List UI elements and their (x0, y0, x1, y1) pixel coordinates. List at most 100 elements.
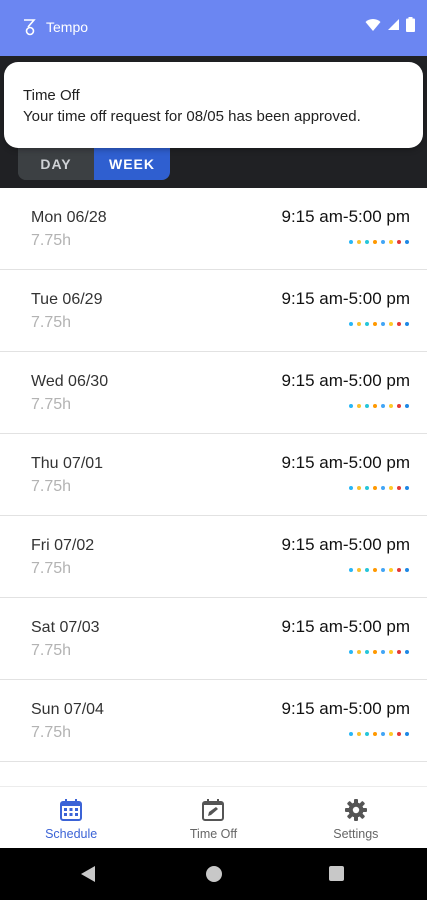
schedule-row[interactable]: Fri 07/02 7.75h 9:15 am-5:00 pm (0, 516, 427, 598)
nav-schedule-label: Schedule (45, 827, 98, 841)
color-dot (389, 568, 393, 572)
color-dot (357, 732, 361, 736)
wifi-icon (365, 18, 381, 31)
color-dot (397, 240, 401, 244)
gear-icon (344, 799, 367, 821)
color-dot (357, 240, 361, 244)
shift-time: 9:15 am-5:00 pm (281, 535, 410, 554)
system-navigation-bar (0, 848, 427, 900)
schedule-row[interactable]: Tue 06/29 7.75h 9:15 am-5:00 pm (0, 270, 427, 352)
color-dot (389, 486, 393, 490)
status-bar: Tempo (0, 0, 427, 56)
color-dot (373, 322, 377, 326)
shift-hours: 7.75h (31, 232, 72, 249)
color-dot (373, 240, 377, 244)
shift-color-dots (349, 322, 409, 326)
shift-color-dots (349, 650, 409, 654)
color-dot (349, 486, 353, 490)
color-dot (405, 732, 409, 736)
color-dot (389, 650, 393, 654)
battery-icon (406, 17, 415, 32)
system-status-icons (365, 17, 415, 32)
color-dot (365, 404, 369, 408)
notification-title: Time Off (23, 87, 80, 104)
color-dot (365, 732, 369, 736)
shift-date: Mon 06/28 (31, 209, 107, 226)
color-dot (373, 404, 377, 408)
shift-date: Sun 07/04 (31, 701, 104, 718)
schedule-row[interactable]: Wed 06/30 7.75h 9:15 am-5:00 pm (0, 352, 427, 434)
color-dot (349, 650, 353, 654)
nav-settings-label: Settings (333, 827, 379, 841)
color-dot (405, 240, 409, 244)
status-app-name: Tempo (46, 19, 89, 35)
color-dot (357, 404, 361, 408)
color-dot (373, 568, 377, 572)
color-dot (397, 322, 401, 326)
bottom-navigation: Schedule Time Off Settings (0, 786, 427, 848)
calendar-icon (60, 799, 83, 821)
color-dot (381, 732, 385, 736)
color-dot (365, 568, 369, 572)
color-dot (405, 322, 409, 326)
color-dot (349, 322, 353, 326)
color-dot (397, 486, 401, 490)
shift-hours: 7.75h (31, 642, 72, 659)
color-dot (381, 322, 385, 326)
color-dot (349, 240, 353, 244)
color-dot (389, 732, 393, 736)
week-toggle-button[interactable]: WEEK (94, 144, 170, 180)
notification-banner[interactable]: Time Off Your time off request for 08/05… (4, 62, 423, 148)
shift-time: 9:15 am-5:00 pm (281, 617, 410, 636)
color-dot (357, 486, 361, 490)
shift-date: Tue 06/29 (31, 291, 103, 308)
schedule-row[interactable]: Mon 06/28 7.75h 9:15 am-5:00 pm (0, 188, 427, 270)
color-dot (365, 322, 369, 326)
edit-calendar-icon (202, 799, 225, 821)
nav-schedule[interactable]: Schedule (0, 787, 142, 848)
shift-color-dots (349, 240, 409, 244)
day-toggle-button[interactable]: DAY (18, 144, 94, 180)
color-dot (405, 404, 409, 408)
color-dot (357, 322, 361, 326)
shift-color-dots (349, 404, 409, 408)
color-dot (349, 404, 353, 408)
color-dot (389, 404, 393, 408)
notification-body: Your time off request for 08/05 has been… (23, 108, 361, 125)
color-dot (381, 240, 385, 244)
nav-time-off-label: Time Off (189, 827, 238, 841)
schedule-row[interactable]: Thu 07/01 7.75h 9:15 am-5:00 pm (0, 434, 427, 516)
shift-time: 9:15 am-5:00 pm (281, 453, 410, 472)
color-dot (381, 650, 385, 654)
shift-time: 9:15 am-5:00 pm (281, 207, 410, 226)
color-dot (349, 732, 353, 736)
schedule-row[interactable]: Sat 07/03 7.75h 9:15 am-5:00 pm (0, 598, 427, 680)
color-dot (405, 568, 409, 572)
color-dot (373, 732, 377, 736)
color-dot (381, 404, 385, 408)
color-dot (397, 404, 401, 408)
color-dot (357, 650, 361, 654)
color-dot (373, 650, 377, 654)
shift-hours: 7.75h (31, 724, 72, 741)
shift-time: 9:15 am-5:00 pm (281, 699, 410, 718)
schedule-list: Mon 06/28 7.75h 9:15 am-5:00 pm Tue 06/29 7.… (0, 188, 427, 762)
recents-icon[interactable] (329, 866, 344, 881)
app-logo-icon (24, 19, 36, 36)
color-dot (381, 486, 385, 490)
day-week-toggle: DAY WEEK (18, 144, 170, 180)
color-dot (397, 568, 401, 572)
color-dot (397, 732, 401, 736)
shift-date: Fri 07/02 (31, 537, 95, 554)
color-dot (405, 486, 409, 490)
home-icon[interactable] (206, 866, 222, 882)
shift-time: 9:15 am-5:00 pm (281, 371, 410, 390)
shift-date: Sat 07/03 (31, 619, 100, 636)
schedule-row[interactable]: Sun 07/04 7.75h 9:15 am-5:00 pm (0, 680, 427, 762)
color-dot (365, 240, 369, 244)
shift-color-dots (349, 486, 409, 490)
shift-hours: 7.75h (31, 478, 72, 495)
back-icon[interactable] (80, 865, 96, 883)
nav-time-off[interactable]: Time Off (142, 787, 284, 848)
nav-settings[interactable]: Settings (285, 787, 427, 848)
